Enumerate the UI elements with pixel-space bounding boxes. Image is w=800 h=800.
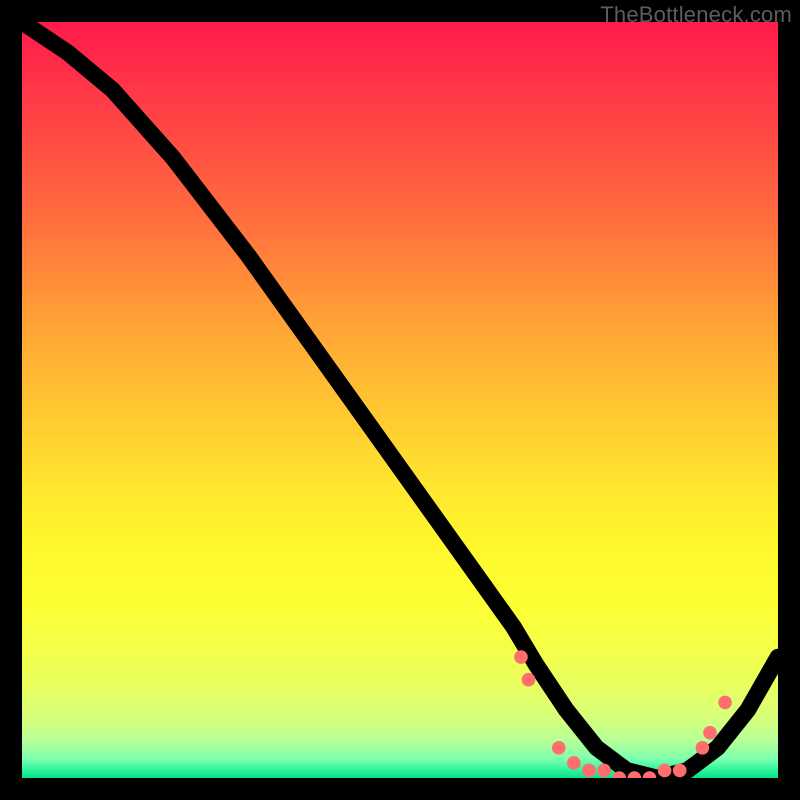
marker-dot xyxy=(597,764,611,778)
marker-dot xyxy=(673,764,687,778)
plot-area xyxy=(22,22,778,778)
marker-dot xyxy=(582,764,596,778)
chart-frame: TheBottleneck.com xyxy=(0,0,800,800)
marker-dot xyxy=(718,696,732,710)
marker-dot xyxy=(514,650,528,664)
marker-dot xyxy=(522,673,536,687)
watermark-text: TheBottleneck.com xyxy=(600,2,792,28)
marker-dot xyxy=(552,741,566,755)
marker-dot xyxy=(658,764,672,778)
marker-dot xyxy=(703,726,717,740)
marker-dot xyxy=(567,756,581,770)
curve-layer xyxy=(22,22,778,778)
bottleneck-curve xyxy=(22,22,778,778)
marker-dot xyxy=(696,741,710,755)
